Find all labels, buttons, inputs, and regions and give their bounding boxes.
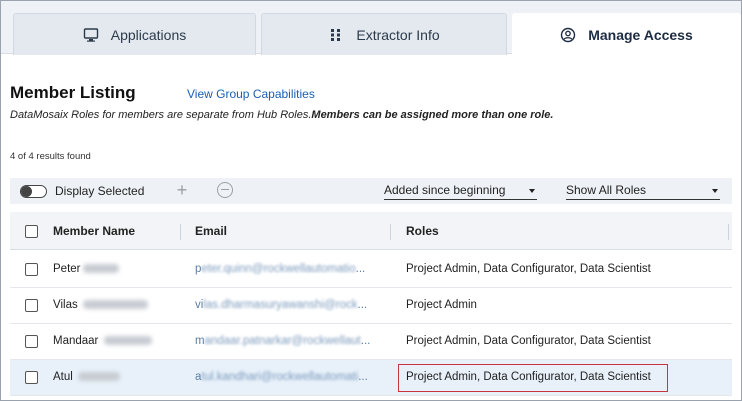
row-checkbox[interactable] [25, 371, 38, 384]
member-roles: Project Admin, Data Configurator, Data S… [406, 371, 651, 383]
column-divider [390, 224, 391, 240]
roles-note-bold: Members can be assigned more than one ro… [311, 109, 554, 121]
display-selected-label: Display Selected [55, 184, 145, 198]
column-email[interactable]: Email [195, 224, 227, 238]
table-row-selected[interactable]: Atul atul.kandhari@rockwellautomati... P… [10, 360, 732, 396]
grid-icon [328, 27, 344, 43]
column-divider [728, 224, 729, 240]
view-group-capabilities-link[interactable]: View Group Capabilities [187, 87, 315, 101]
table-row[interactable]: Vilas vilas.dharmasuryawanshi@rock... Pr… [10, 288, 732, 324]
column-roles[interactable]: Roles [406, 224, 439, 238]
email-ellipsis: ... [355, 263, 366, 275]
member-name: Peter [53, 263, 119, 275]
redacted-surname [82, 264, 119, 274]
remove-member-icon[interactable] [217, 182, 233, 198]
row-checkbox[interactable] [25, 263, 38, 276]
roles-note-text: DataMosaix Roles for members are separat… [10, 109, 312, 121]
email-redacted: tul.kandhari@rockwellautomati [201, 371, 359, 383]
tab-applications[interactable]: Applications [13, 13, 256, 55]
member-roles: Project Admin, Data Configurator, Data S… [406, 335, 651, 347]
tab-label: Extractor Info [356, 26, 440, 43]
member-name: Vilas [53, 299, 148, 311]
user-circle-icon [560, 27, 576, 43]
row-checkbox[interactable] [25, 335, 38, 348]
email-ellipsis: ... [357, 299, 368, 311]
email-redacted: eter.quinn@rockwellautomatio [201, 263, 356, 275]
email-redacted: las.dharmasuryawanshi@rock [203, 299, 358, 311]
caret-down-icon [712, 189, 718, 193]
column-member-name[interactable]: Member Name [53, 224, 135, 238]
table-row[interactable]: Mandaar mandaar.patnarkar@rockwellaut...… [10, 324, 732, 360]
toggle-knob [21, 185, 32, 197]
table-toolbar: Display Selected + Added since beginning… [10, 178, 732, 204]
display-selected-toggle[interactable] [20, 185, 47, 198]
email-visible: m [195, 335, 205, 347]
member-name: Atul [53, 371, 121, 383]
caret-down-icon [529, 189, 535, 193]
tab-bar: Applications Extractor Info Manage Acces… [1, 1, 741, 56]
redacted-surname [78, 372, 121, 382]
roles-filter-dropdown[interactable]: Show All Roles [566, 182, 720, 200]
member-roles: Project Admin [406, 299, 477, 311]
table-row[interactable]: Peter peter.quinn@rockwellautomatio... P… [10, 252, 732, 288]
member-email: vilas.dharmasuryawanshi@rock... [195, 299, 367, 311]
row-checkbox[interactable] [25, 299, 38, 312]
select-all-checkbox[interactable] [25, 225, 38, 238]
table-header: Member Name Email Roles [10, 212, 732, 250]
email-ellipsis: ... [358, 371, 368, 383]
added-since-dropdown[interactable]: Added since beginning [384, 182, 537, 200]
member-first-name: Peter [53, 263, 81, 275]
page-title: Member Listing [10, 83, 136, 102]
tab-extractor-info[interactable]: Extractor Info [261, 13, 507, 55]
add-member-icon[interactable]: + [174, 181, 190, 199]
member-email: mandaar.patnarkar@rockwellaut... [195, 335, 370, 347]
roles-filter-value: Show All Roles [566, 183, 647, 197]
results-count: 4 of 4 results found [10, 151, 91, 162]
roles-note: DataMosaix Roles for members are separat… [10, 109, 553, 121]
column-divider [180, 224, 181, 240]
member-first-name: Vilas [53, 299, 78, 311]
monitor-icon [83, 27, 99, 43]
member-email: atul.kandhari@rockwellautomati... [195, 371, 368, 383]
added-since-value: Added since beginning [384, 183, 506, 197]
member-name: Mandaar [53, 335, 152, 347]
member-first-name: Atul [53, 371, 73, 383]
member-email: peter.quinn@rockwellautomatio... [195, 263, 365, 275]
redacted-surname [103, 336, 152, 346]
tab-manage-access[interactable]: Manage Access [512, 13, 741, 56]
member-first-name: Mandaar [53, 335, 99, 347]
member-roles: Project Admin, Data Configurator, Data S… [406, 263, 651, 275]
redacted-surname [82, 300, 148, 310]
email-ellipsis: ... [360, 335, 371, 347]
tab-label: Applications [110, 26, 187, 43]
email-redacted: andaar.patnarkar@rockwellaut [204, 335, 361, 347]
tab-label: Manage Access [588, 27, 693, 43]
